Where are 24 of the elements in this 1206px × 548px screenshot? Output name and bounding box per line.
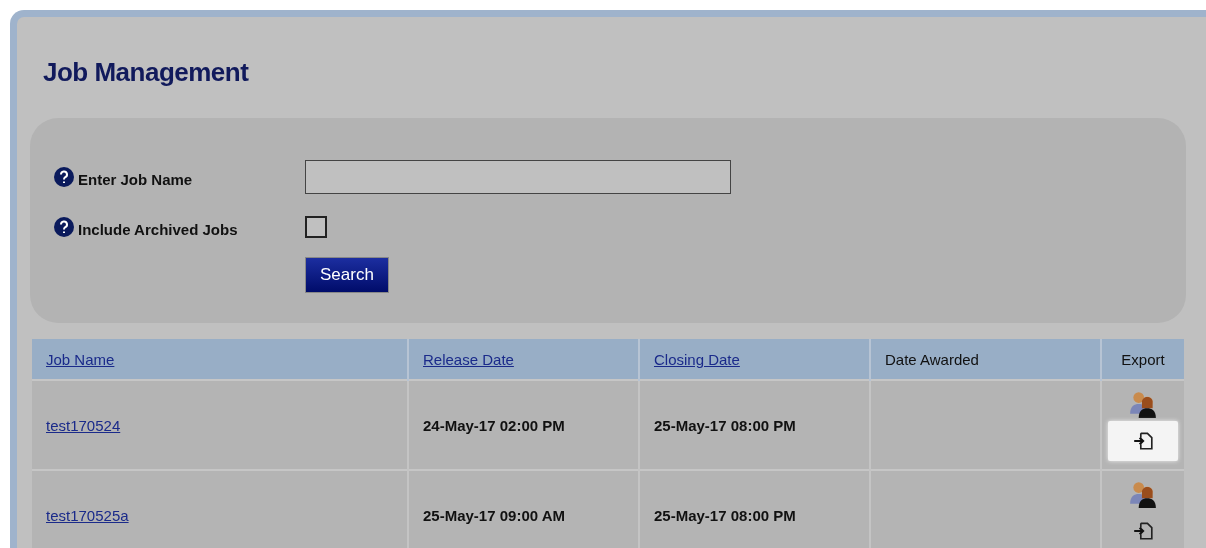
job-link[interactable]: test170524 bbox=[46, 416, 121, 434]
export-icon bbox=[1132, 519, 1154, 542]
people-icon[interactable] bbox=[1128, 389, 1158, 418]
job-name-field[interactable] bbox=[305, 160, 731, 194]
job-link[interactable]: test170525a bbox=[46, 506, 129, 524]
export-icon bbox=[1132, 429, 1154, 452]
column-header: Export bbox=[1121, 350, 1165, 368]
search-button[interactable]: Search bbox=[305, 256, 389, 293]
help-icon[interactable] bbox=[54, 216, 74, 237]
page-title: Job Management bbox=[42, 56, 250, 89]
field-label: Enter Job Name bbox=[78, 170, 193, 188]
column-header-link[interactable]: Release Date bbox=[423, 350, 514, 368]
column-header-link[interactable]: Job Name bbox=[46, 350, 115, 368]
table-cell: 24-May-17 02:00 PM bbox=[423, 416, 565, 434]
archived-checkbox[interactable] bbox=[305, 216, 327, 238]
table-cell: 25-May-17 08:00 PM bbox=[654, 506, 796, 524]
table-cell: 25-May-17 08:00 PM bbox=[654, 416, 796, 434]
people-icon[interactable] bbox=[1128, 479, 1158, 508]
help-icon[interactable] bbox=[54, 166, 74, 187]
field-label: Include Archived Jobs bbox=[78, 220, 238, 238]
column-header: Date Awarded bbox=[885, 350, 979, 368]
table-cell: 25-May-17 09:00 AM bbox=[423, 506, 565, 524]
column-header-link[interactable]: Closing Date bbox=[654, 350, 740, 368]
export-button[interactable] bbox=[1108, 420, 1178, 461]
